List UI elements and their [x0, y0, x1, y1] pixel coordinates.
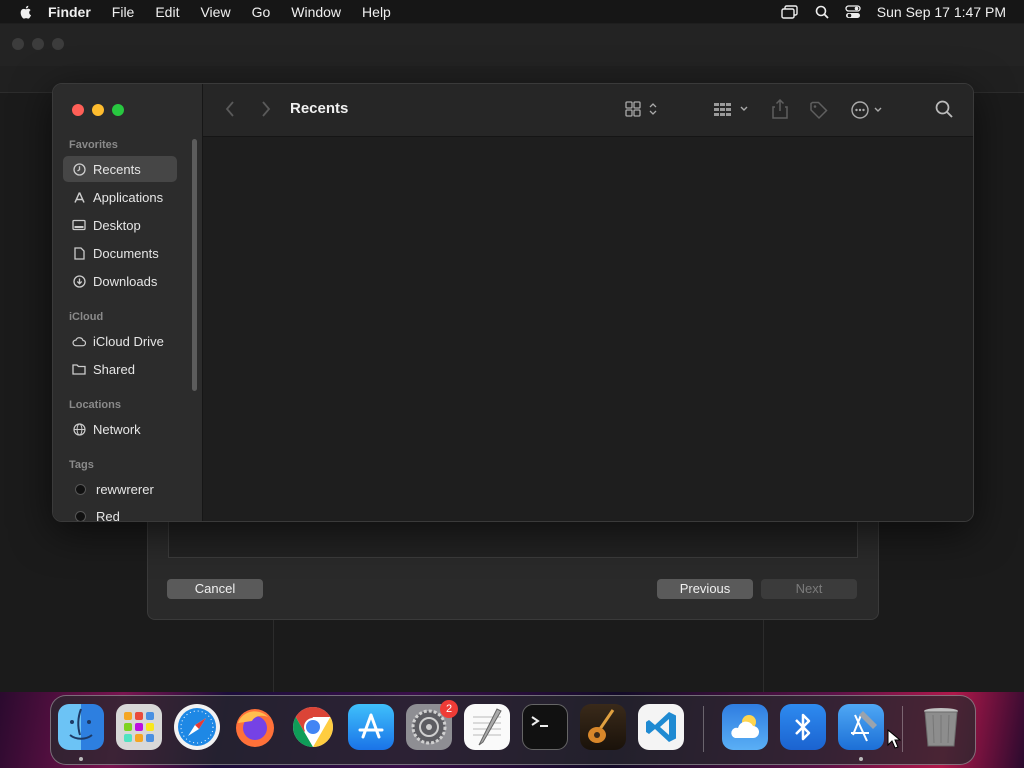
- shared-folder-icon: [72, 362, 86, 376]
- dock-running-indicator: [79, 757, 83, 761]
- next-button[interactable]: Next: [761, 579, 857, 599]
- sidebar-item-shared[interactable]: Shared: [63, 356, 177, 382]
- sidebar-item-label: Applications: [93, 189, 164, 205]
- clock-icon: [72, 162, 86, 176]
- dock-garageband-icon[interactable]: [580, 704, 626, 750]
- finder-window: Favorites Recents Applications Desktop D…: [52, 83, 974, 522]
- sidebar-item-label: Desktop: [93, 217, 141, 233]
- background-minimize-button: [32, 38, 44, 50]
- assistant-sheet: Cancel Previous Next: [147, 505, 879, 620]
- dock-separator: [703, 706, 704, 752]
- group-by-icon[interactable]: [713, 101, 751, 117]
- zoom-button[interactable]: [112, 104, 124, 116]
- sidebar-item-icloud-drive[interactable]: iCloud Drive: [63, 328, 177, 354]
- sidebar-tag-rewwrerer[interactable]: rewwrerer: [63, 476, 177, 502]
- background-zoom-button: [52, 38, 64, 50]
- menu-edit[interactable]: Edit: [155, 4, 179, 20]
- sidebar-item-label: Downloads: [93, 273, 158, 289]
- document-icon: [72, 246, 86, 260]
- desktop-icon: [72, 218, 86, 232]
- background-window-toolbar: [0, 24, 1024, 67]
- dock-running-indicator: [859, 757, 863, 761]
- close-button[interactable]: [72, 104, 84, 116]
- sidebar-item-network[interactable]: Network: [63, 416, 177, 442]
- cancel-button[interactable]: Cancel: [167, 579, 263, 599]
- dock-chrome-icon[interactable]: [290, 704, 336, 750]
- sidebar-item-label: Documents: [93, 245, 159, 261]
- finder-toolbar: Recents: [203, 84, 973, 137]
- cloud-icon: [72, 334, 86, 348]
- screen-mirroring-icon[interactable]: [781, 4, 799, 19]
- menu-go[interactable]: Go: [252, 4, 271, 20]
- menu-bar: Finder File Edit View Go Window Help Sun…: [0, 0, 1024, 23]
- dock-safari-icon[interactable]: [174, 704, 220, 750]
- control-center-icon[interactable]: [845, 4, 861, 19]
- dock: 2: [50, 695, 976, 765]
- tag-color-dot: [75, 483, 86, 495]
- sidebar-item-desktop[interactable]: Desktop: [63, 212, 177, 238]
- tag-icon[interactable]: [809, 100, 829, 120]
- sidebar-header-locations: Locations: [69, 399, 121, 411]
- previous-button[interactable]: Previous: [657, 579, 753, 599]
- sidebar-item-label: Shared: [93, 361, 135, 377]
- applications-icon: [72, 190, 86, 204]
- dock-weather-icon[interactable]: [722, 704, 768, 750]
- more-actions-icon[interactable]: [850, 100, 886, 120]
- spotlight-search-icon[interactable]: [815, 5, 829, 19]
- finder-content-area: [203, 137, 973, 521]
- menu-clock[interactable]: Sun Sep 17 1:47 PM: [877, 4, 1006, 20]
- notification-badge: 2: [440, 700, 458, 718]
- sidebar-item-label: rewwrerer: [96, 481, 154, 497]
- sidebar-item-label: Network: [93, 421, 141, 437]
- sidebar-header-icloud: iCloud: [69, 311, 104, 323]
- globe-icon: [72, 422, 86, 436]
- dock-app-store-icon[interactable]: [348, 704, 394, 750]
- share-icon[interactable]: [772, 99, 788, 119]
- finder-sidebar: Favorites Recents Applications Desktop D…: [53, 84, 203, 521]
- dock-vscode-icon[interactable]: [638, 704, 684, 750]
- sidebar-item-recents[interactable]: Recents: [63, 156, 177, 182]
- download-icon: [72, 274, 86, 288]
- menu-help[interactable]: Help: [362, 4, 391, 20]
- minimize-button[interactable]: [92, 104, 104, 116]
- menu-file[interactable]: File: [112, 4, 135, 20]
- menu-view[interactable]: View: [200, 4, 230, 20]
- mouse-cursor-icon: [887, 729, 901, 749]
- dock-launchpad-icon[interactable]: [116, 704, 162, 750]
- sidebar-header-favorites: Favorites: [69, 139, 118, 151]
- search-icon[interactable]: [935, 100, 953, 118]
- sidebar-item-label: iCloud Drive: [93, 333, 164, 349]
- dock-terminal-icon[interactable]: [522, 704, 568, 750]
- sidebar-item-downloads[interactable]: Downloads: [63, 268, 177, 294]
- window-title: Recents: [290, 100, 349, 117]
- sidebar-item-applications[interactable]: Applications: [63, 184, 177, 210]
- dock-separator: [902, 706, 903, 752]
- dock-textedit-icon[interactable]: [464, 704, 510, 750]
- sidebar-tag-red[interactable]: Red: [63, 503, 177, 522]
- sidebar-item-documents[interactable]: Documents: [63, 240, 177, 266]
- dock-trash-icon[interactable]: [918, 704, 964, 750]
- apple-logo-icon[interactable]: [18, 4, 34, 20]
- sidebar-header-tags: Tags: [69, 459, 94, 471]
- forward-chevron-icon[interactable]: [261, 101, 271, 117]
- dock-finder-icon[interactable]: [58, 704, 104, 750]
- menu-window[interactable]: Window: [291, 4, 341, 20]
- sidebar-item-label: Recents: [93, 161, 141, 177]
- dock-firefox-icon[interactable]: [232, 704, 278, 750]
- tag-color-dot: [75, 510, 86, 521]
- sidebar-scrollbar[interactable]: [192, 139, 197, 391]
- back-chevron-icon[interactable]: [225, 101, 235, 117]
- icon-view-grid-icon[interactable]: [625, 101, 661, 117]
- background-close-button: [12, 38, 24, 50]
- dock-bluetooth-icon[interactable]: [780, 704, 826, 750]
- dock-system-settings-icon[interactable]: 2: [406, 700, 458, 750]
- dock-xcode-icon[interactable]: [838, 704, 884, 750]
- menu-app-name[interactable]: Finder: [48, 4, 91, 20]
- sidebar-item-label: Red: [96, 508, 120, 522]
